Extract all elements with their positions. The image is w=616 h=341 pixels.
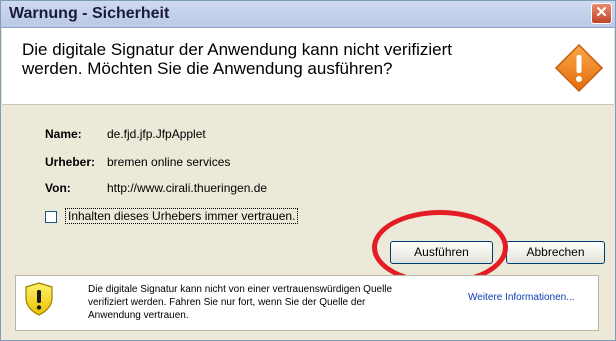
cancel-button[interactable]: Abbrechen <box>506 241 605 264</box>
warning-diamond-icon <box>554 43 604 93</box>
window-title: Warnung - Sicherheit <box>9 5 170 22</box>
security-warning-dialog: Warnung - Sicherheit ✕ Die digitale Sign… <box>0 0 616 341</box>
publisher-value: bremen online services <box>107 155 231 169</box>
publisher-label: Urheber: <box>45 155 96 169</box>
red-highlight-circle <box>372 210 508 285</box>
trust-publisher-checkbox[interactable] <box>45 211 57 223</box>
warning-headline: Die digitale Signatur der Anwendung kann… <box>22 40 452 78</box>
more-info-link[interactable]: Weitere Informationen... <box>468 292 575 303</box>
trust-publisher-label[interactable]: Inhalten dieses Urhebers immer vertrauen… <box>65 208 299 224</box>
name-value: de.fjd.jfp.JfpApplet <box>107 127 206 141</box>
from-value: http://www.cirali.thueringen.de <box>107 181 268 195</box>
title-bar[interactable]: Warnung - Sicherheit ✕ <box>1 1 615 28</box>
footer-warning-text: Die digitale Signatur kann nicht von ein… <box>88 284 393 321</box>
from-label: Von: <box>45 181 71 195</box>
shield-warning-icon <box>25 282 53 316</box>
close-button[interactable]: ✕ <box>591 3 612 24</box>
name-label: Name: <box>45 127 82 141</box>
info-footer: Die digitale Signatur kann nicht von ein… <box>15 275 599 331</box>
dialog-header: Die digitale Signatur der Anwendung kann… <box>2 28 614 105</box>
